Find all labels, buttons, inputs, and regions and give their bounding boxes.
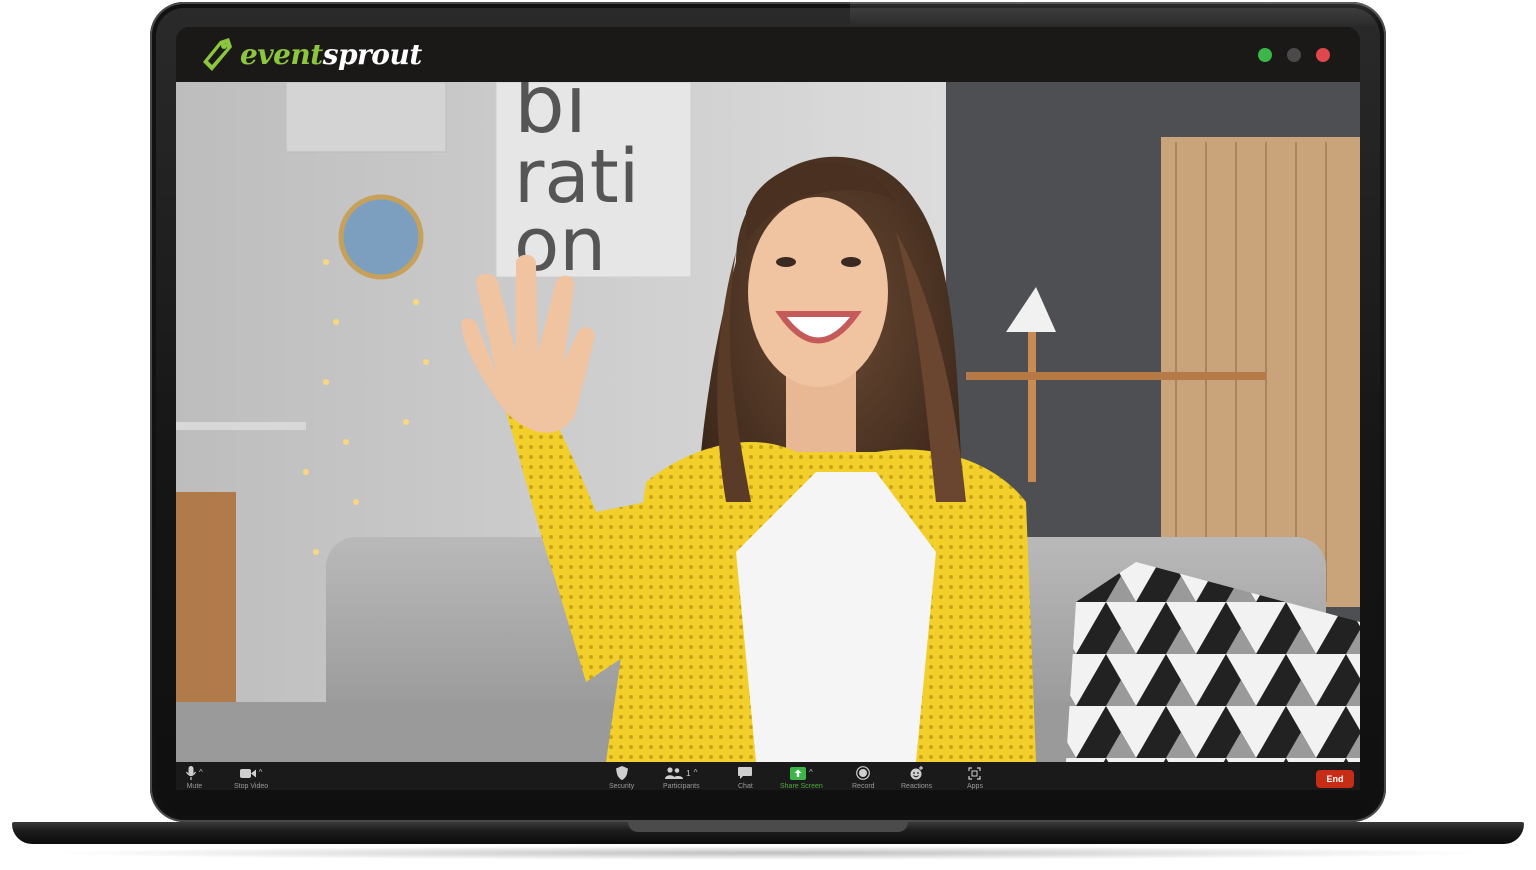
video-options-chevron-icon[interactable]: ^	[259, 769, 263, 777]
sprout-logo-icon	[203, 38, 232, 71]
mute-label: Mute	[186, 783, 203, 790]
reactions-button[interactable]: Reactions	[901, 765, 932, 790]
participants-label: Participants	[663, 783, 700, 790]
laptop-mockup: eventsprout bi rati on ^ Mute ^ Stop Vid…	[0, 0, 1536, 870]
people-icon	[665, 767, 684, 779]
shield-icon	[615, 766, 628, 780]
brand-name-part2: sprout	[322, 38, 423, 71]
participants-options-chevron-icon[interactable]: ^	[694, 769, 698, 777]
apps-icon	[968, 766, 982, 780]
record-icon	[856, 766, 871, 780]
maximize-dot-icon[interactable]	[1258, 48, 1272, 62]
chat-bubble-icon	[738, 766, 753, 779]
title-bar: eventsprout	[176, 27, 1360, 82]
participants-button[interactable]: 1 ^ Participants	[663, 765, 700, 790]
close-dot-icon[interactable]	[1316, 48, 1330, 62]
brand-name-part1: event	[240, 38, 323, 71]
participants-count: 1	[686, 768, 691, 778]
lid-gloss	[850, 2, 1386, 28]
laptop-notch	[628, 822, 908, 832]
record-label: Record	[852, 783, 875, 790]
security-label: Security	[609, 783, 635, 790]
video-camera-icon	[239, 768, 256, 778]
share-screen-icon	[790, 766, 807, 780]
laptop-shadow	[40, 846, 1496, 860]
mute-options-chevron-icon[interactable]: ^	[199, 769, 203, 777]
chat-button[interactable]: Chat	[738, 765, 753, 790]
apps-button[interactable]: Apps	[967, 765, 983, 790]
app-window: eventsprout bi rati on ^ Mute ^ Stop Vid…	[176, 27, 1360, 790]
share-screen-label: Share Screen	[780, 783, 823, 790]
brand-logo: eventsprout	[198, 35, 422, 75]
smiley-icon	[910, 766, 924, 780]
security-button[interactable]: Security	[609, 765, 634, 790]
mute-button[interactable]: ^ Mute	[186, 765, 203, 790]
window-controls	[1258, 48, 1330, 62]
end-meeting-button[interactable]: End	[1316, 770, 1354, 788]
stop-video-label: Stop Video	[234, 783, 269, 790]
reactions-label: Reactions	[901, 783, 933, 790]
stop-video-button[interactable]: ^ Stop Video	[234, 765, 268, 790]
share-screen-button[interactable]: ^ Share Screen	[780, 765, 823, 790]
meeting-toolbar: ^ Mute ^ Stop Video Security 1 ^ Partici…	[176, 762, 1360, 790]
microphone-icon	[186, 766, 196, 780]
chat-label: Chat	[738, 783, 753, 790]
participant-video: bi rati on	[176, 82, 1360, 762]
share-options-chevron-icon[interactable]: ^	[809, 769, 813, 777]
record-button[interactable]: Record	[852, 765, 875, 790]
apps-label: Apps	[967, 783, 983, 790]
brand-name: eventsprout	[240, 35, 422, 75]
video-scene: bi rati on	[176, 82, 1360, 762]
minimize-dot-icon[interactable]	[1287, 48, 1301, 62]
